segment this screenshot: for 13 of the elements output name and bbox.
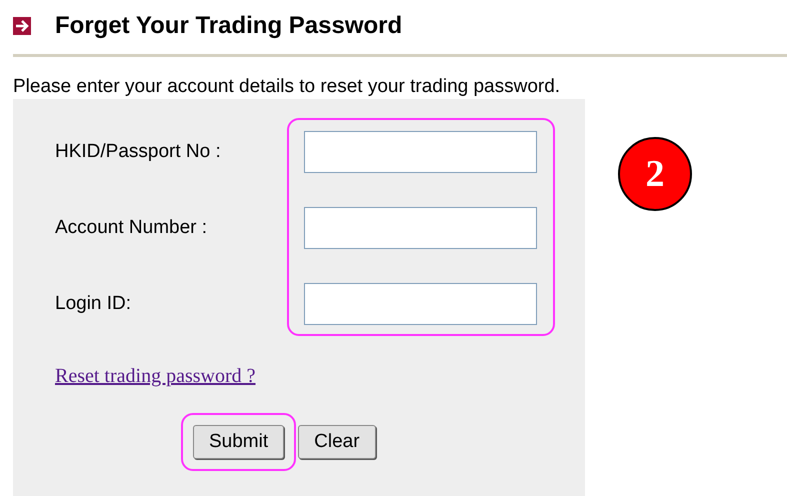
- field-label: Login ID:: [55, 292, 132, 316]
- form-button[interactable]: Clear: [298, 425, 376, 459]
- page-title: Forget Your Trading Password: [55, 11, 402, 41]
- arrow-icon: [13, 17, 31, 35]
- intro-text: Please enter your account details to reset your trading password.: [13, 75, 562, 99]
- input-field[interactable]: [304, 131, 537, 173]
- step-badge: 2: [618, 137, 692, 211]
- field-label: Account Number :: [55, 216, 208, 240]
- input-field[interactable]: [304, 207, 537, 249]
- form-button[interactable]: Submit: [193, 425, 284, 459]
- field-label: HKID/Passport No :: [55, 140, 222, 164]
- input-field[interactable]: [304, 283, 537, 325]
- reset-password-link[interactable]: Reset trading password ?: [55, 361, 256, 391]
